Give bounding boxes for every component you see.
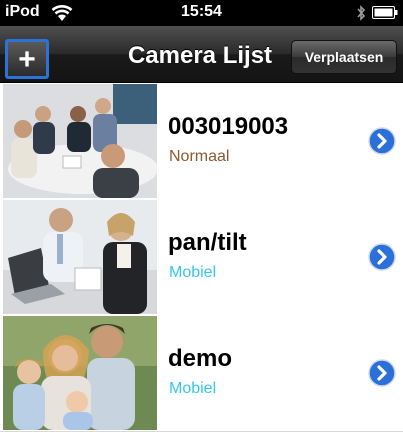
camera-row[interactable]: pan/tilt Mobiel [0, 199, 403, 316]
chevron-right-icon[interactable] [368, 127, 396, 155]
camera-status: Normaal [169, 148, 230, 165]
camera-row[interactable]: demo Mobiel [0, 315, 403, 432]
camera-name: 003019003 [168, 113, 289, 140]
navigation-bar: + Camera Lijst Verplaatsen [0, 26, 403, 83]
camera-status: Mobiel [169, 380, 217, 397]
status-bar: iPod 15:54 [0, 0, 403, 26]
camera-status: Mobiel [169, 264, 217, 281]
bluetooth-icon [357, 5, 366, 21]
camera-thumbnail-office [3, 200, 157, 314]
camera-name: pan/tilt [168, 229, 247, 256]
chevron-right-icon[interactable] [368, 359, 396, 387]
camera-name: demo [168, 345, 233, 372]
move-button[interactable]: Verplaatsen [291, 40, 397, 74]
camera-thumbnail-family [3, 316, 157, 430]
page-title: Camera Lijst [127, 42, 273, 69]
battery-icon [372, 6, 398, 19]
chevron-right-icon[interactable] [368, 243, 396, 271]
camera-thumbnail-meeting [3, 84, 157, 198]
plus-icon: + [18, 43, 36, 76]
add-camera-button[interactable]: + [5, 39, 49, 79]
camera-row[interactable]: 003019003 Normaal [0, 83, 403, 200]
status-time: 15:54 [181, 3, 222, 20]
